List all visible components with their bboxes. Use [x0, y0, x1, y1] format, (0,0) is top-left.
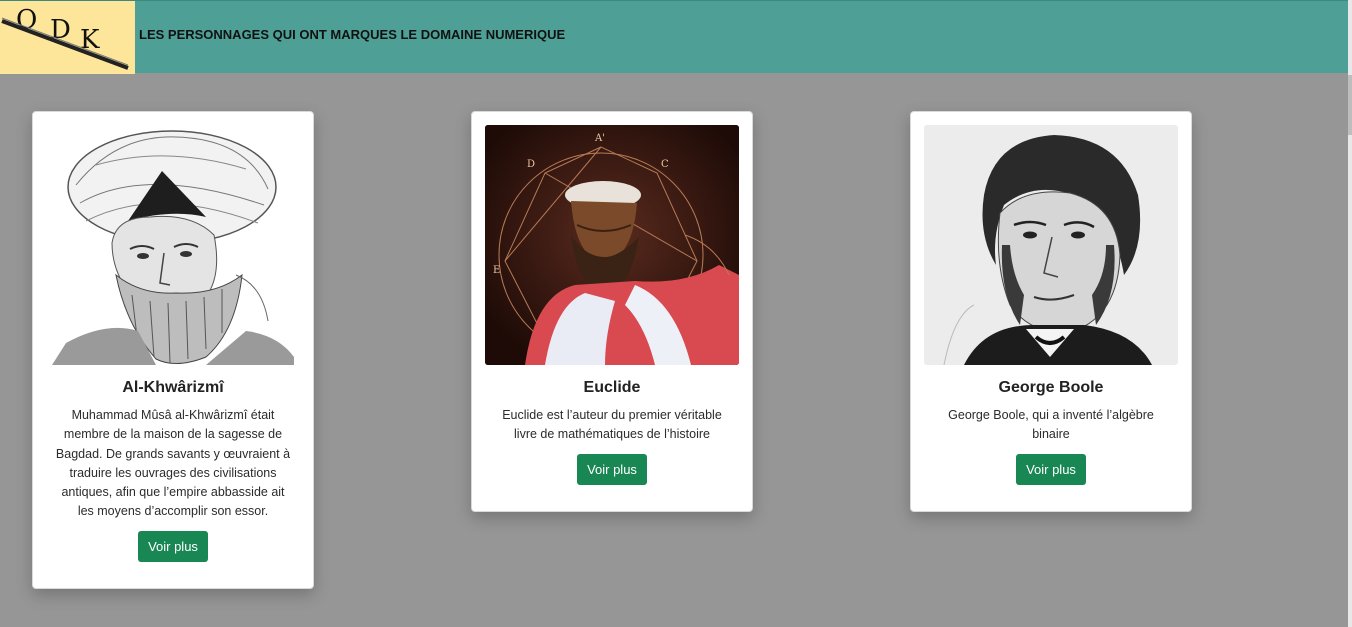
- card-george-boole: George Boole George Boole, qui a inventé…: [910, 111, 1192, 512]
- voir-plus-button[interactable]: Voir plus: [1016, 454, 1086, 485]
- odk-logo: O D K: [0, 1, 135, 74]
- card-title: George Boole: [998, 379, 1104, 396]
- page-title: LES PERSONNAGES QUI ONT MARQUES LE DOMAI…: [139, 27, 566, 42]
- card-title: Euclide: [583, 379, 641, 396]
- page-header: O D K LES PERSONNAGES QUI ONT MARQUES LE…: [0, 0, 1348, 74]
- card-description: Euclide est l’auteur du premier véritabl…: [502, 408, 722, 442]
- card-euclide: A' D C E Euclide Euclide est l’auteur du…: [471, 111, 753, 512]
- card-al-khwarizmi: Al-Khwârizmî Muhammad Mûsâ al-Khwârizmî …: [32, 111, 314, 589]
- al-khwarizmi-portrait-image: [46, 125, 300, 365]
- card-description: Muhammad Mûsâ al-Khwârizmî était membre …: [55, 408, 291, 519]
- voir-plus-button[interactable]: Voir plus: [577, 454, 647, 485]
- page-scrollbar[interactable]: [1348, 0, 1352, 627]
- figure-label-a: A': [594, 133, 605, 144]
- voir-plus-button[interactable]: Voir plus: [138, 531, 208, 562]
- scrollbar-thumb[interactable]: [1348, 75, 1352, 135]
- george-boole-portrait-image: [924, 125, 1178, 365]
- figure-label-c: C: [661, 159, 669, 170]
- card-title: Al-Khwârizmî: [122, 379, 224, 396]
- figure-label-e: E: [493, 265, 500, 276]
- euclide-portrait-image: A' D C E: [485, 125, 739, 365]
- figure-label-d: D: [527, 159, 535, 170]
- logo-slash-icon: [1, 17, 129, 70]
- card-description: George Boole, qui a inventé l’algèbre bi…: [948, 408, 1154, 442]
